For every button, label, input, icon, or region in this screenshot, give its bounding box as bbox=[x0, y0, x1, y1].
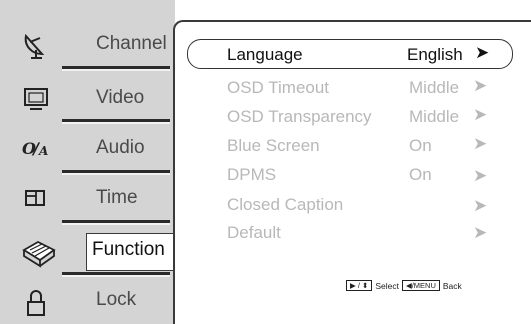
sidebar-item-lock[interactable]: Lock bbox=[0, 276, 175, 324]
right-arrow-icon: ➤ bbox=[473, 105, 488, 124]
osd-menu-screen: Channel Video O ∕ A Audio Time Function … bbox=[0, 0, 531, 324]
menu-item-value: English bbox=[407, 45, 463, 64]
menu-item-closed-caption[interactable]: Closed Caption ➤ bbox=[227, 192, 531, 218]
sidebar-item-function[interactable]: Function bbox=[0, 226, 178, 276]
clock-window-icon bbox=[22, 186, 52, 214]
sidebar-divider bbox=[62, 272, 170, 277]
key-hint-bar: ▶ / ⬍ Select ◀/MENU Back bbox=[346, 280, 462, 291]
right-arrow-icon: ➤ bbox=[473, 76, 488, 95]
sidebar-item-label: Lock bbox=[96, 289, 137, 310]
back-menu-key-icon: ◀/MENU bbox=[401, 280, 440, 291]
sidebar-item-label: Time bbox=[96, 187, 138, 208]
menu-item-osd-timeout[interactable]: OSD Timeout Middle ➤ bbox=[227, 75, 531, 101]
function-box-icon bbox=[22, 238, 56, 268]
menu-item-label: Default bbox=[227, 223, 281, 242]
menu-item-label: DPMS bbox=[227, 165, 277, 184]
menu-item-label: Language bbox=[227, 45, 303, 64]
svg-text:A: A bbox=[38, 144, 48, 158]
sidebar-divider bbox=[62, 170, 170, 175]
sidebar-divider bbox=[62, 66, 170, 71]
select-hint-label: Select bbox=[375, 280, 399, 291]
audio-icon: O ∕ A bbox=[22, 136, 52, 164]
menu-item-blue-screen[interactable]: Blue Screen On ➤ bbox=[227, 133, 531, 159]
back-hint-label: Back bbox=[442, 280, 462, 291]
menu-item-value: On bbox=[409, 165, 432, 184]
menu-item-dpms[interactable]: DPMS On ➤ bbox=[227, 162, 531, 188]
right-arrow-icon: ➤ bbox=[475, 43, 490, 62]
right-arrow-icon: ➤ bbox=[473, 223, 488, 242]
sidebar-item-video[interactable]: Video bbox=[0, 74, 175, 124]
right-arrow-icon: ➤ bbox=[473, 134, 488, 153]
menu-item-value: On bbox=[409, 136, 432, 155]
menu-item-label: Blue Screen bbox=[227, 136, 320, 155]
sidebar-item-audio[interactable]: O ∕ A Audio bbox=[0, 124, 175, 174]
menu-item-language[interactable]: Language English ➤ bbox=[227, 42, 531, 68]
menu-item-label: OSD Transparency bbox=[227, 107, 372, 126]
menu-item-label: Closed Caption bbox=[227, 195, 344, 214]
sidebar-divider bbox=[62, 119, 170, 124]
satellite-dish-icon bbox=[22, 32, 52, 60]
menu-item-label: OSD Timeout bbox=[227, 78, 330, 97]
right-arrow-icon: ➤ bbox=[473, 196, 488, 215]
sidebar-item-time[interactable]: Time bbox=[0, 174, 175, 224]
menu-item-value: Middle bbox=[409, 107, 460, 126]
sidebar-item-label: Function bbox=[92, 239, 165, 260]
menu-item-value: Middle bbox=[409, 78, 460, 97]
category-sidebar: Channel Video O ∕ A Audio Time Function … bbox=[0, 0, 178, 324]
sidebar-item-channel[interactable]: Channel bbox=[0, 20, 175, 70]
monitor-icon bbox=[22, 86, 52, 114]
menu-item-osd-transparency[interactable]: OSD Transparency Middle ➤ bbox=[227, 104, 531, 130]
sidebar-item-label: Video bbox=[96, 87, 145, 108]
sidebar-item-label: Channel bbox=[96, 33, 167, 54]
right-arrow-icon: ➤ bbox=[473, 166, 488, 185]
menu-item-default[interactable]: Default ➤ bbox=[227, 220, 531, 246]
sidebar-item-label: Audio bbox=[96, 137, 145, 158]
sidebar-divider bbox=[62, 220, 170, 225]
padlock-icon bbox=[22, 288, 52, 316]
nav-keys-icon: ▶ / ⬍ bbox=[346, 280, 373, 291]
